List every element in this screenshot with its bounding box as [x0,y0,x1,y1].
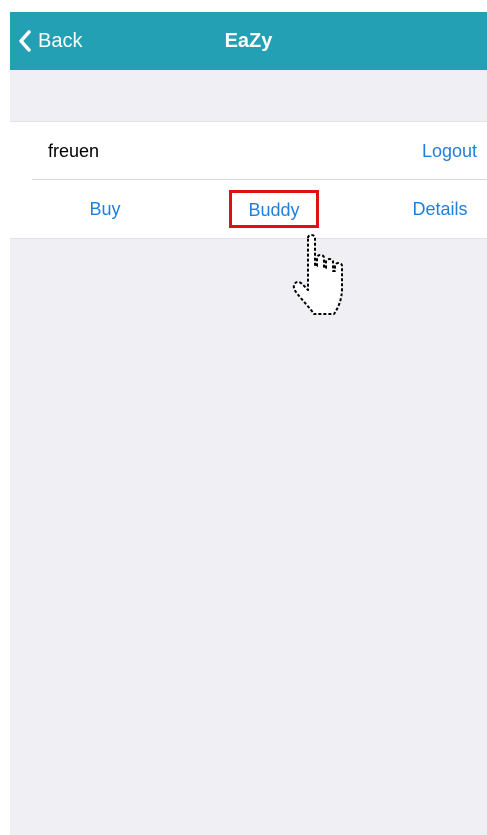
tab-buddy[interactable]: Buddy [229,190,319,228]
account-row: freuen Logout [10,121,487,180]
tab-buy[interactable]: Buy [80,180,130,238]
back-button[interactable]: Back [18,24,82,58]
tab-bar: Buy Buddy Details [10,180,487,239]
back-label: Back [38,29,83,52]
tab-details[interactable]: Details [402,180,478,238]
chevron-left-icon [18,29,32,53]
pointer-hand-icon [290,232,364,320]
navigation-bar: Back EaZy [10,12,487,70]
username-label: freuen [48,141,100,161]
logout-button[interactable]: Logout [422,122,477,180]
app-screen: Back EaZy freuen Logout Buy Buddy Detail… [10,12,487,835]
